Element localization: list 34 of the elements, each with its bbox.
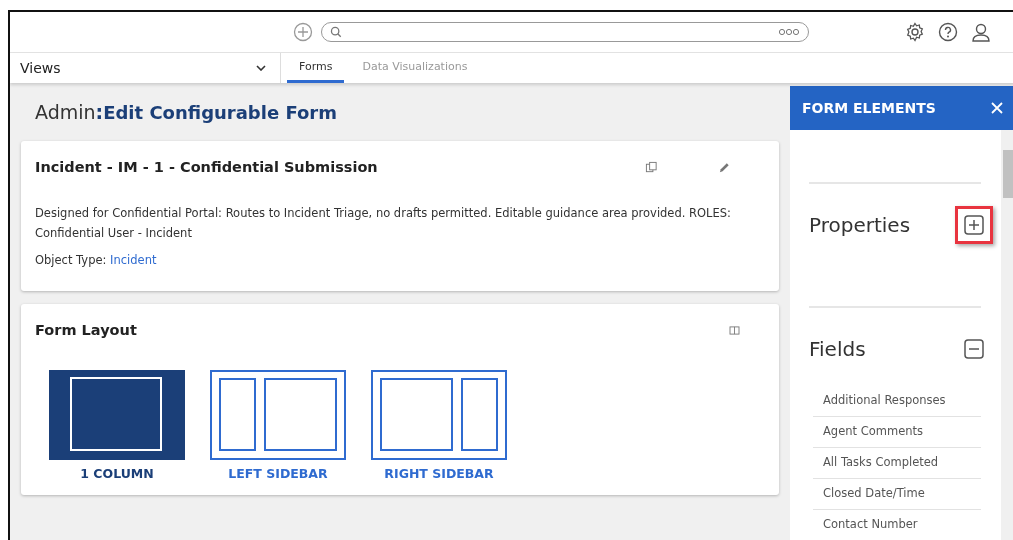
section-title: Fields <box>809 337 866 361</box>
layout-option[interactable]: 1 COLUMN <box>49 370 185 481</box>
settings-icon[interactable] <box>905 22 925 42</box>
page-title: Edit Configurable Form <box>103 102 337 123</box>
help-icon[interactable] <box>938 22 958 42</box>
add-icon[interactable] <box>293 22 313 42</box>
field-item[interactable]: All Tasks Completed <box>813 448 981 479</box>
columns-icon[interactable] <box>729 325 740 335</box>
form-description: Designed for Confidential Portal: Routes to Incident Triage, no drafts permitted. Editable guidance area provided. ROLES: Confidential User - Incident <box>35 205 732 242</box>
field-item[interactable]: Closed Date/Time <box>813 479 981 510</box>
field-item[interactable]: Agent Comments <box>813 417 981 448</box>
more-icon[interactable] <box>778 28 800 36</box>
tab[interactable]: Forms <box>287 53 345 83</box>
user-icon[interactable] <box>971 22 991 42</box>
object-type-label: Object Type: <box>35 253 107 267</box>
panel-title: FORM ELEMENTS <box>802 100 936 116</box>
field-item[interactable]: Contact Number <box>813 510 981 540</box>
close-icon[interactable] <box>991 102 1003 114</box>
object-type-link[interactable]: Incident <box>110 253 157 267</box>
layout-option[interactable]: RIGHT SIDEBAR <box>371 370 507 481</box>
chevron-icon <box>256 65 266 71</box>
field-item[interactable]: Additional Responses <box>813 386 981 417</box>
form-title: Incident - IM - 1 - Confidential Submission <box>35 159 379 175</box>
breadcrumb-text: Admin <box>35 101 96 123</box>
separator-text: : <box>95 101 104 123</box>
views-dropdown[interactable]: Views <box>10 53 281 83</box>
collapse-icon[interactable] <box>964 339 984 359</box>
search-icon <box>330 26 342 38</box>
copy-icon[interactable] <box>645 160 658 174</box>
scrollbar[interactable] <box>1001 130 1013 540</box>
section-title: Properties <box>809 213 911 237</box>
layout-title: Form Layout <box>35 322 138 338</box>
layout-option[interactable]: LEFT SIDEBAR <box>210 370 346 481</box>
expand-icon[interactable] <box>964 215 984 235</box>
